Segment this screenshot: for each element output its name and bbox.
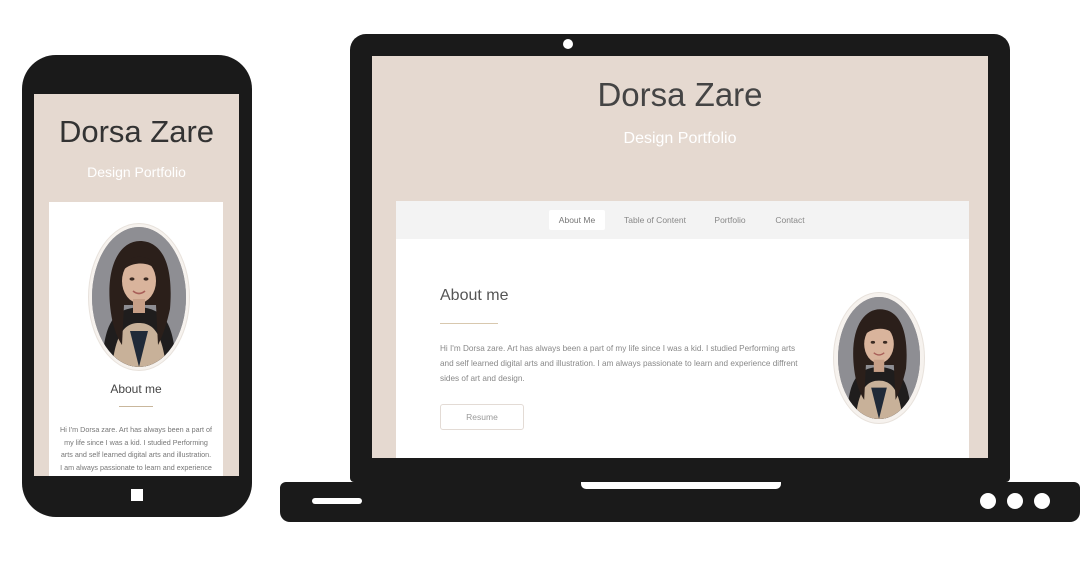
phone-about-text: Hi I'm Dorsa zare. Art has always been a… [60,425,212,476]
laptop-indicator-dot [1007,493,1023,509]
about-divider [440,323,498,324]
phone-about-heading: About me [110,382,162,396]
about-heading: About me [440,287,509,304]
laptop-indicator-dot [980,493,996,509]
nav-item-contact[interactable]: Contact [766,210,814,230]
nav-bar: About Me Table of Content Portfolio Cont… [396,201,969,239]
phone-profile-photo [89,224,189,370]
phone-content-card: About me Hi I'm Dorsa zare. Art has alwa… [49,202,223,476]
content-card: About Me Table of Content Portfolio Cont… [396,201,969,458]
portrait-illustration [92,227,186,367]
nav-item-table-of-content[interactable]: Table of Content [616,210,694,230]
nav-item-portfolio[interactable]: Portfolio [706,210,754,230]
laptop-indicator-dot [1034,493,1050,509]
laptop-screen: Dorsa Zare Design Portfolio About Me Tab… [372,56,988,458]
site-title: Dorsa Zare [597,76,763,113]
phone-screen: Dorsa Zare Design Portfolio About me Hi … [34,94,239,476]
phone-home-button[interactable] [131,489,143,501]
phone-divider [119,406,153,407]
laptop-camera [563,39,573,49]
phone-site-title: Dorsa Zare [58,114,215,149]
phone-site-subtitle: Design Portfolio [87,164,186,180]
resume-button[interactable]: Resume [440,404,524,430]
site-subtitle: Design Portfolio [623,130,737,147]
laptop-hinge-notch [581,482,781,489]
nav-item-about-me[interactable]: About Me [549,210,605,230]
laptop-slot [312,498,362,504]
about-text: Hi I'm Dorsa zare. Art has always been a… [440,344,798,383]
profile-photo [834,293,924,423]
portrait-illustration [838,297,920,419]
